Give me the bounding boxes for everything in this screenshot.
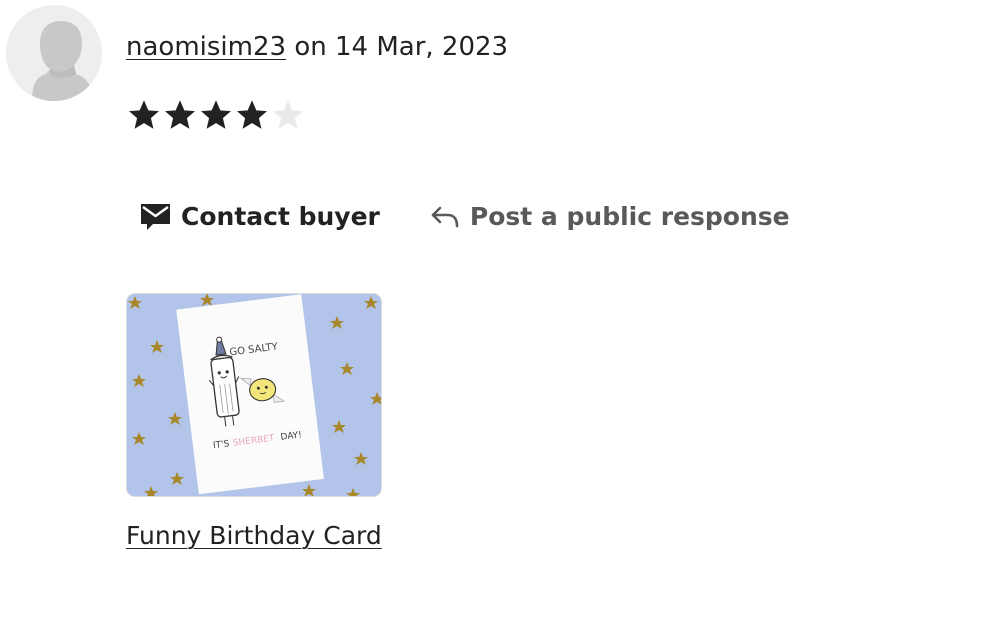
review-date: on 14 Mar, 2023 [294, 32, 509, 62]
reviewer-username-link[interactable]: naomisim23 [126, 32, 286, 62]
star-icon [129, 100, 159, 129]
star-rating [126, 97, 306, 133]
review-header: naomisim23 on 14 Mar, 2023 [126, 30, 508, 64]
star-icon [237, 100, 267, 129]
post-public-response-label: Post a public response [469, 202, 790, 231]
envelope-icon [141, 203, 170, 230]
contact-buyer-label: Contact buyer [181, 202, 380, 231]
listing-thumbnail[interactable]: GO SALTY IT'S SHERBET DAY! [126, 293, 382, 497]
star-icon [165, 100, 195, 129]
listing-title-link[interactable]: Funny Birthday Card [126, 520, 382, 552]
birthday-card-image: GO SALTY IT'S SHERBET DAY! [127, 294, 381, 496]
review-actions: Contact buyer Post a public response [140, 202, 790, 231]
reply-arrow-icon [431, 206, 459, 227]
post-public-response-button[interactable]: Post a public response [430, 202, 790, 231]
greeting-card: GO SALTY IT'S SHERBET DAY! [176, 294, 324, 495]
star-icon [201, 100, 231, 129]
reviewer-avatar [6, 5, 102, 101]
user-silhouette-icon [6, 5, 102, 101]
contact-buyer-button[interactable]: Contact buyer [140, 202, 380, 231]
card-text-bottom-start: IT'S [213, 439, 231, 451]
star-icon [273, 100, 303, 129]
